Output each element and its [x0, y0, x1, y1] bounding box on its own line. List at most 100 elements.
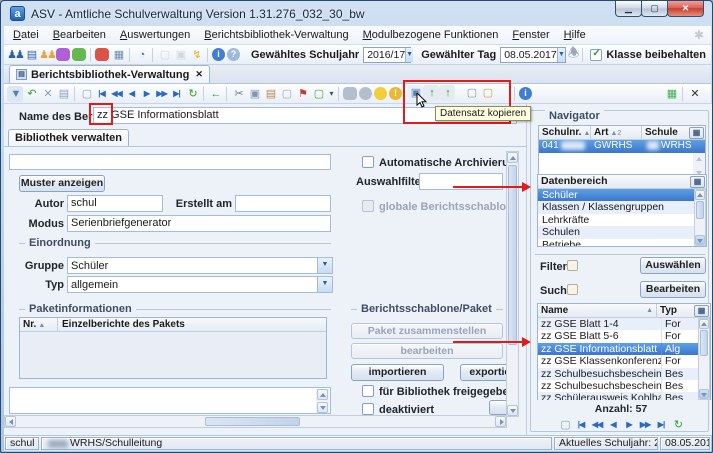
menu-item-datei[interactable]: Datei [6, 27, 46, 43]
refresh-icon[interactable]: ↻ [184, 86, 200, 102]
menu-item-modulbezogene-funktionen[interactable]: Modulbezogene Funktionen [356, 27, 506, 43]
deaktiviert-checkbox[interactable] [362, 403, 374, 415]
exportieren-button[interactable]: exportieren [460, 364, 506, 381]
table-row[interactable]: zz SchulbesuchsbescheinigungBes [538, 368, 710, 380]
chevron-down-icon[interactable]: ▼ [317, 277, 332, 292]
partial-button[interactable] [489, 400, 506, 415]
datenbereich-scrollbar[interactable] [694, 189, 706, 246]
table-row[interactable]: zz GSE Blatt 5-6For [538, 330, 710, 342]
scroll-down-button[interactable] [317, 402, 328, 413]
back-icon[interactable]: ← [207, 86, 223, 102]
col-einzelberichte[interactable]: Einzelberichte des Pakets [58, 318, 326, 331]
tab-bibliothek-verwalten[interactable]: Bibliothek verwalten [8, 129, 129, 146]
copy-record-icon[interactable]: ▢ [78, 86, 94, 102]
table-row[interactable]: zz GSE Klassenkonferenz ProtokollFor [538, 355, 710, 367]
school-table-header[interactable]: Schulnr.▲1 Art▲2 Schule [539, 126, 705, 140]
table-menu-icon[interactable] [690, 176, 705, 188]
info-icon[interactable]: i [212, 48, 225, 61]
paket-notes-field[interactable] [9, 387, 331, 414]
undo-icon[interactable]: ↶ [23, 86, 39, 102]
datenbereich-header[interactable]: Datenbereich [538, 175, 706, 189]
prev-page-icon[interactable]: ◀◀ [109, 86, 124, 102]
scroll-up-button[interactable] [699, 319, 709, 329]
archivierung-checkbox[interactable] [362, 156, 374, 168]
export-report-icon[interactable]: ▢ [479, 85, 495, 101]
scroll-up-button[interactable] [317, 389, 328, 400]
save-icon[interactable]: ▼ [7, 86, 23, 102]
list-item[interactable]: Klassen / Klassengruppen [538, 201, 706, 213]
statistics-icon[interactable]: ◔ [133, 47, 149, 63]
lock-icon[interactable] [343, 87, 357, 100]
class-bubble-icon[interactable] [56, 48, 70, 61]
tip-icon[interactable] [374, 87, 387, 100]
last-record-icon[interactable]: ▶| [169, 86, 184, 102]
list-item[interactable]: Schulen [538, 226, 706, 238]
scrollbar-thumb[interactable] [696, 201, 704, 219]
menu-item-bearbeiten[interactable]: Bearbeiten [46, 27, 113, 43]
first-record-icon[interactable]: |◀ [574, 417, 589, 433]
description-field[interactable] [9, 154, 331, 170]
chevron-down-icon[interactable]: ▼ [405, 48, 413, 62]
scrollbar-thumb[interactable] [205, 417, 300, 426]
help-icon[interactable]: ? [227, 48, 240, 61]
importieren-button[interactable]: importieren [351, 364, 444, 381]
chevron-down-icon[interactable]: ▼ [317, 258, 332, 273]
next-page-icon[interactable]: ▶▶ [638, 417, 653, 433]
filter-indicator[interactable] [567, 260, 578, 271]
klasse-checkbox[interactable] [590, 49, 602, 61]
table-menu-icon[interactable] [689, 127, 704, 139]
preview-icon[interactable] [359, 87, 372, 100]
next-page-icon[interactable]: ▶▶ [154, 86, 169, 102]
import-library-icon[interactable]: ↑ [439, 85, 455, 101]
col-art[interactable]: Art▲2 [591, 126, 642, 139]
erstellt-am-input[interactable] [235, 195, 331, 212]
chevron-down-icon[interactable]: ▼ [557, 48, 565, 62]
maximize-button[interactable]: ▢ [641, 1, 668, 17]
suche-indicator[interactable] [567, 284, 578, 295]
menu-item-hilfe[interactable]: Hilfe [557, 27, 593, 43]
bearbeiten-nav-button[interactable]: Bearbeiten [640, 281, 706, 298]
protected-report-icon[interactable]: ▢ [463, 85, 479, 101]
new-report-caret-icon[interactable]: ▾ [326, 86, 335, 102]
flag-icon[interactable]: ⚑ [294, 86, 310, 102]
scroll-down-button[interactable] [507, 405, 518, 416]
info2-icon[interactable]: i [519, 87, 532, 100]
auswahlfilter-input[interactable] [419, 173, 503, 190]
new-report-icon[interactable]: ▢ [310, 86, 326, 102]
table-menu-icon[interactable] [694, 305, 709, 317]
delete-icon[interactable]: ✕ [39, 86, 55, 102]
table-row[interactable]: zz GSE Blatt 1-4For [538, 318, 710, 330]
close-view-icon[interactable]: ✕ [686, 86, 702, 102]
prev-record-icon[interactable]: ◀ [124, 86, 139, 102]
gruppe-select[interactable]: Schüler▼ [67, 257, 333, 274]
col-schulnr[interactable]: Schulnr.▲1 [539, 126, 591, 139]
auswaehlen-button[interactable]: Auswählen [640, 257, 706, 274]
minimize-button[interactable]: ▁ [615, 1, 642, 17]
tab-berichtsbibliothek[interactable]: ▤ Berichtsbibliothek-Verwaltung ✕ [9, 65, 210, 83]
scroll-up-button[interactable] [695, 190, 705, 200]
edit-form-icon[interactable]: ▤ [55, 86, 71, 102]
col-nr[interactable]: Nr.▲ [20, 318, 58, 331]
scroll-down-button[interactable] [695, 235, 705, 245]
report-table-header[interactable]: Name▲ Typ [538, 304, 710, 318]
menu-item-berichtsbibliothek-verwaltung[interactable]: Berichtsbibliothek-Verwaltung [197, 27, 355, 43]
report-scrollbar[interactable] [698, 318, 710, 400]
paket-table-body[interactable] [20, 332, 326, 378]
col-name[interactable]: Name▲ [538, 304, 657, 317]
scrollbar-thumb[interactable] [508, 165, 517, 345]
freigegeben-checkbox[interactable] [362, 385, 374, 397]
prev-record-icon[interactable]: ◀ [606, 417, 621, 433]
title-bar[interactable]: a ASV - Amtliche Schulverwaltung Version… [1, 1, 712, 26]
table-row[interactable]: zz Schülerausweis KohlhammerBes [538, 392, 710, 400]
close-button[interactable]: ✕ [667, 1, 704, 17]
last-record-icon[interactable]: ▶| [654, 417, 669, 433]
list-item[interactable]: Betriebe [538, 239, 706, 246]
scroll-left-button[interactable] [5, 416, 16, 427]
group-bubble-icon[interactable] [72, 48, 86, 61]
menu-item-auswertungen[interactable]: Auswertungen [113, 27, 197, 43]
next-record-icon[interactable]: ▶ [622, 417, 637, 433]
modus-input[interactable]: Serienbriefgenerator [67, 215, 331, 232]
col-schule[interactable]: Schule [642, 126, 688, 139]
bell-icon[interactable]: 🕭 [568, 44, 580, 66]
col-typ[interactable]: Typ [657, 304, 693, 317]
